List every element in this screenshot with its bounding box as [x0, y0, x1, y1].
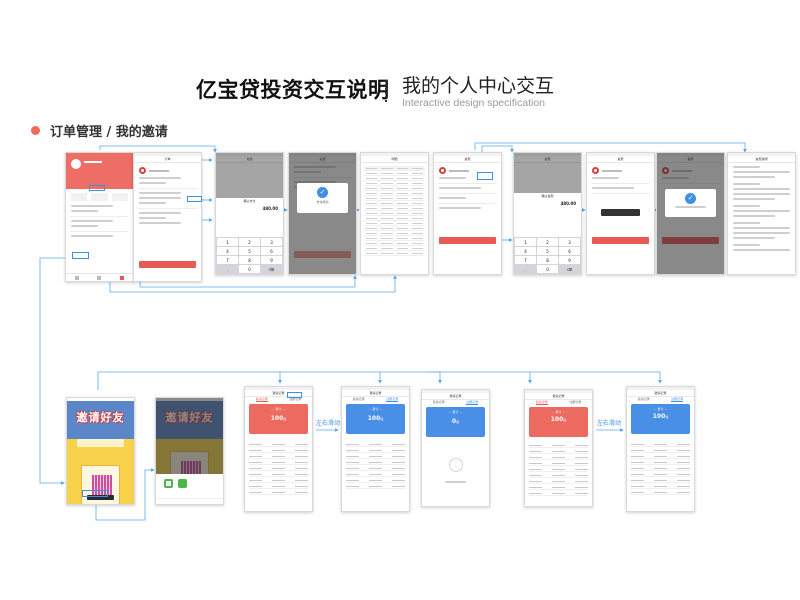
key-7[interactable]: 7 — [217, 256, 238, 264]
key-2[interactable]: 2 — [239, 238, 260, 246]
moments-icon[interactable] — [164, 479, 173, 488]
title-divider — [385, 80, 387, 102]
success-check-icon: ✓ — [317, 187, 328, 198]
flow-line — [530, 371, 662, 384]
screen-share-sheet: 邀请好友 — [155, 397, 224, 505]
invite-amount: 100 — [270, 415, 284, 422]
flow-line — [430, 371, 532, 384]
empty-state-icon — [449, 458, 463, 472]
section-title: 订单管理 / 我的邀请 — [50, 125, 168, 140]
key-6[interactable]: 6 — [261, 247, 282, 255]
screen-invite-poster: 邀请好友 — [66, 397, 135, 505]
page-title: 亿宝贷投资交互说明 — [196, 78, 390, 102]
highlight-box — [477, 172, 493, 180]
page-subtitle: 我的个人中心交互 — [402, 75, 555, 97]
number-keypad[interactable]: 1 2 3 4 5 6 7 8 9. 0 ⌫ — [514, 237, 581, 274]
key-8[interactable]: 8 — [239, 256, 260, 264]
key-dot[interactable]: . — [217, 265, 238, 273]
key-1[interactable]: 1 — [217, 238, 238, 246]
screen-confirm-payment: 充值 确认支付 480.00 1 2 3 4 5 6 7 8 9 . 0 ⌫ — [215, 152, 284, 275]
screen-record-table: 明细 — [360, 152, 429, 275]
highlight-box — [72, 252, 89, 259]
key-9[interactable]: 9 — [261, 256, 282, 264]
key-4[interactable]: 4 — [217, 247, 238, 255]
toast-message — [601, 209, 640, 216]
flow-line — [474, 142, 747, 153]
flow-line — [280, 371, 382, 384]
share-panel — [156, 474, 223, 504]
key-delete[interactable]: ⌫ — [261, 265, 282, 273]
screen-withdraw: 提现 — [433, 152, 502, 275]
screen-payment-success: 充值 ✓ 支付成功 — [288, 152, 357, 275]
highlight-box — [187, 196, 202, 202]
invite-amount: 100 — [367, 415, 381, 422]
swipe-hint: 左右滑动 — [316, 420, 341, 427]
screen-invite-detail-blue: 邀请记录 投资记录 注册记录 — 累计 — 100元 — [626, 386, 695, 512]
key-3[interactable]: 3 — [261, 238, 282, 246]
screen-withdraw-success: 提现 ✓ — [656, 152, 725, 275]
section-bullet-icon — [31, 126, 40, 135]
screen-invite-detail-red: 邀请记录 投资记录 注册记录 — 累计 — 100元 — [524, 389, 593, 507]
page-subtitle-english: Interactive design specification — [402, 97, 545, 109]
swipe-hint: 左右滑动 — [597, 420, 622, 427]
dialog-title: 确认支付 — [243, 199, 256, 203]
highlight-box — [82, 490, 108, 497]
screen-invite-empty: 邀请记录 投资记录 注册记录 — 累计 — 0元 — [421, 389, 490, 507]
poster-headline: 邀请好友 — [76, 411, 125, 424]
screen-withdraw-toast: 提现 — [586, 152, 655, 275]
key-0[interactable]: 0 — [239, 265, 260, 273]
screen-title: 邀请记录 — [342, 390, 409, 397]
highlight-box — [287, 392, 302, 398]
screen-title: 邀请记录 — [422, 393, 489, 400]
screen-order-detail: 订单 — [133, 152, 202, 282]
payment-amount: 480.00 — [262, 206, 278, 211]
screen-invite-record-red: 邀请记录 投资记录 注册记录 — 累计 — 100元 — [244, 386, 313, 512]
screen-explanation: 提现说明 — [727, 152, 796, 275]
screen-invite-record-blue: 邀请记录 投资记录 注册记录 — 累计 — 100元 — [341, 386, 410, 512]
screen-withdraw-confirm: 提现 确认提现 480.00 1 2 3 4 5 6 7 8 9. 0 ⌫ — [513, 152, 582, 275]
key-5[interactable]: 5 — [239, 247, 260, 255]
success-check-icon: ✓ — [685, 193, 696, 204]
wechat-icon[interactable] — [178, 479, 187, 488]
highlight-box — [89, 185, 105, 191]
flow-line — [380, 371, 442, 384]
success-text: 支付成功 — [316, 200, 329, 204]
number-keypad[interactable]: 1 2 3 4 5 6 7 8 9 . 0 ⌫ — [216, 237, 283, 274]
screen-personal-center — [65, 152, 134, 282]
